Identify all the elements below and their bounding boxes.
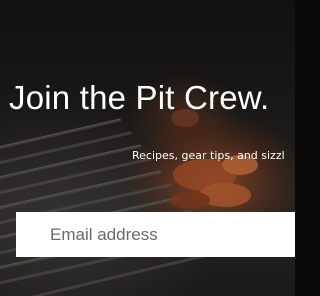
- newsletter-hero: Join the Pit Crew. Recipes, gear tips, a…: [0, 0, 295, 296]
- signup-headline: Join the Pit Crew.: [9, 79, 270, 116]
- email-input[interactable]: [16, 212, 295, 257]
- email-signup-form: [16, 212, 295, 257]
- signup-subline: Recipes, gear tips, and sizzl: [132, 149, 285, 162]
